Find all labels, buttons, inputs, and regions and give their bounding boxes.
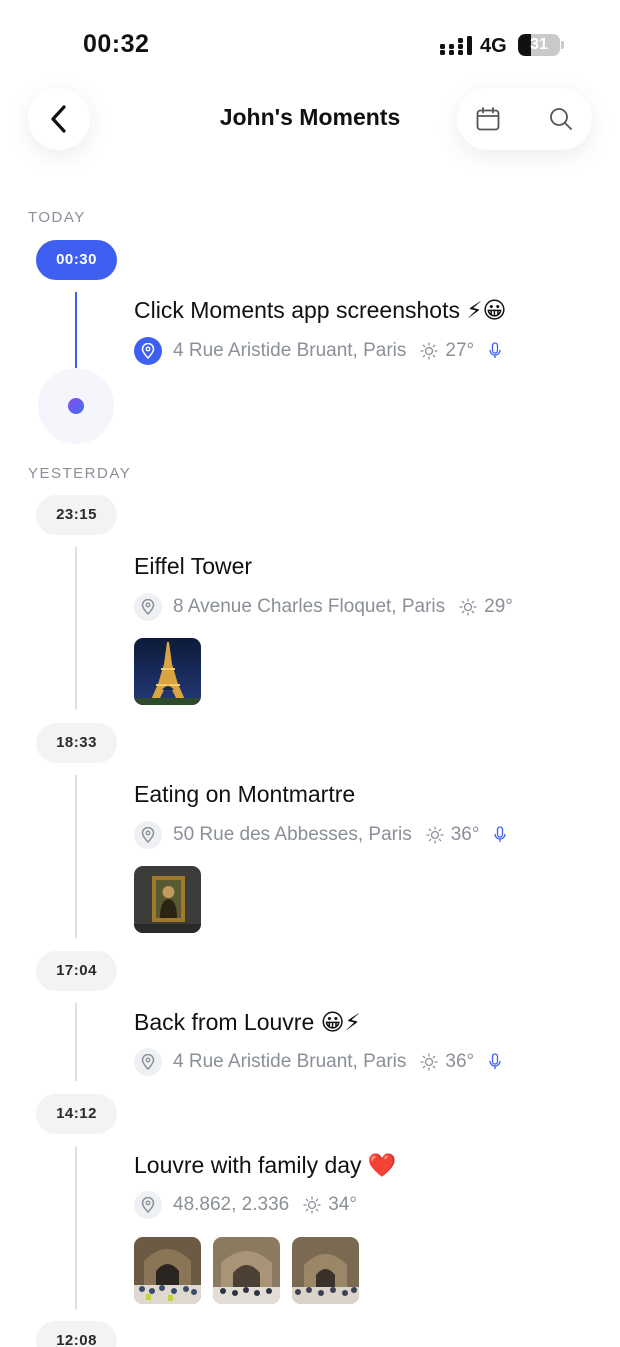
moment-meta: 8 Avenue Charles Floquet, Paris 29°	[134, 593, 513, 621]
location-badge	[134, 1048, 162, 1076]
search-icon	[550, 108, 572, 130]
section-label-today: TODAY	[28, 209, 86, 226]
moment-title[interactable]: Eating on Montmartre	[134, 781, 355, 808]
temperature-text: 34°	[328, 1194, 357, 1215]
calendar-icon	[476, 107, 500, 131]
microphone-icon[interactable]	[488, 342, 502, 360]
time-pill[interactable]: 18:33	[36, 723, 117, 763]
sun-icon	[459, 598, 477, 616]
network-type: 4G	[480, 35, 507, 57]
temperature-text: 29°	[484, 596, 513, 617]
location-pin-icon	[141, 1197, 155, 1213]
time-pill[interactable]: 23:15	[36, 495, 117, 535]
microphone-icon[interactable]	[488, 1053, 502, 1071]
location-pin-icon	[141, 1054, 155, 1070]
moment-meta: 48.862, 2.336 34°	[134, 1191, 357, 1219]
photo-thumbnail[interactable]	[134, 866, 201, 933]
timeline-line	[75, 547, 77, 710]
louvre-hall-photo	[134, 1237, 201, 1304]
timeline-line	[75, 1146, 77, 1310]
timeline-line	[75, 775, 77, 938]
location-text: 48.862, 2.336	[173, 1194, 290, 1215]
location-badge	[134, 593, 162, 621]
sun-icon	[303, 1196, 321, 1214]
moment-meta: 4 Rue Aristide Bruant, Paris 27°	[134, 337, 502, 365]
search-button[interactable]	[530, 88, 592, 150]
status-bar: 00:32 4G 31	[0, 0, 620, 90]
sun-icon	[426, 826, 444, 844]
moment-title[interactable]: Eiffel Tower	[134, 553, 252, 580]
photo-thumbnail[interactable]	[134, 638, 201, 705]
eiffel-tower-photo	[134, 638, 201, 705]
location-badge	[134, 821, 162, 849]
louvre-hall-photo	[213, 1237, 280, 1304]
microphone-icon[interactable]	[493, 826, 507, 844]
location-pin-icon	[141, 599, 155, 615]
sun-icon	[420, 342, 439, 360]
status-time: 00:32	[83, 30, 150, 58]
moment-title[interactable]: Click Moments app screenshots ⚡😀	[134, 297, 506, 324]
current-time-marker	[38, 368, 114, 444]
sun-icon	[420, 1053, 439, 1071]
temperature-text: 36°	[450, 824, 480, 845]
photo-thumbnail[interactable]	[134, 1237, 201, 1304]
section-label-yesterday: YESTERDAY	[28, 465, 132, 482]
location-badge	[134, 1191, 162, 1219]
moment-title[interactable]: Back from Louvre 😀⚡	[134, 1009, 361, 1036]
location-text: 8 Avenue Charles Floquet, Paris	[173, 596, 446, 617]
moment-title[interactable]: Louvre with family day ❤️	[134, 1152, 397, 1179]
mona-lisa-photo	[134, 866, 201, 933]
signal-icon	[440, 36, 472, 55]
time-pill[interactable]: 14:12	[36, 1094, 117, 1134]
header-actions	[457, 88, 592, 150]
location-text: 4 Rue Aristide Bruant, Paris	[173, 1051, 407, 1072]
photo-thumbnail[interactable]	[292, 1237, 359, 1304]
battery-percent: 31	[530, 36, 548, 53]
time-pill[interactable]: 00:30	[36, 240, 117, 280]
temperature-text: 36°	[445, 1051, 475, 1072]
location-text: 50 Rue des Abbesses, Paris	[173, 824, 412, 845]
moment-meta: 4 Rue Aristide Bruant, Paris 36°	[134, 1048, 502, 1076]
location-text: 4 Rue Aristide Bruant, Paris	[173, 340, 407, 361]
time-pill[interactable]: 12:08	[36, 1321, 117, 1347]
location-pin-icon	[141, 827, 155, 843]
timeline-line	[75, 1003, 77, 1081]
location-badge	[134, 337, 162, 365]
temperature-text: 27°	[445, 340, 475, 361]
current-time-dot	[68, 398, 84, 414]
moment-meta: 50 Rue des Abbesses, Paris 36°	[134, 821, 507, 849]
photo-thumbnail[interactable]	[213, 1237, 280, 1304]
time-pill[interactable]: 17:04	[36, 951, 117, 991]
battery-indicator: 31	[518, 34, 560, 56]
location-pin-icon	[141, 343, 155, 359]
louvre-hall-photo	[292, 1237, 359, 1304]
battery-tip	[561, 41, 564, 49]
calendar-button[interactable]	[457, 88, 519, 150]
timeline-line	[75, 292, 77, 370]
